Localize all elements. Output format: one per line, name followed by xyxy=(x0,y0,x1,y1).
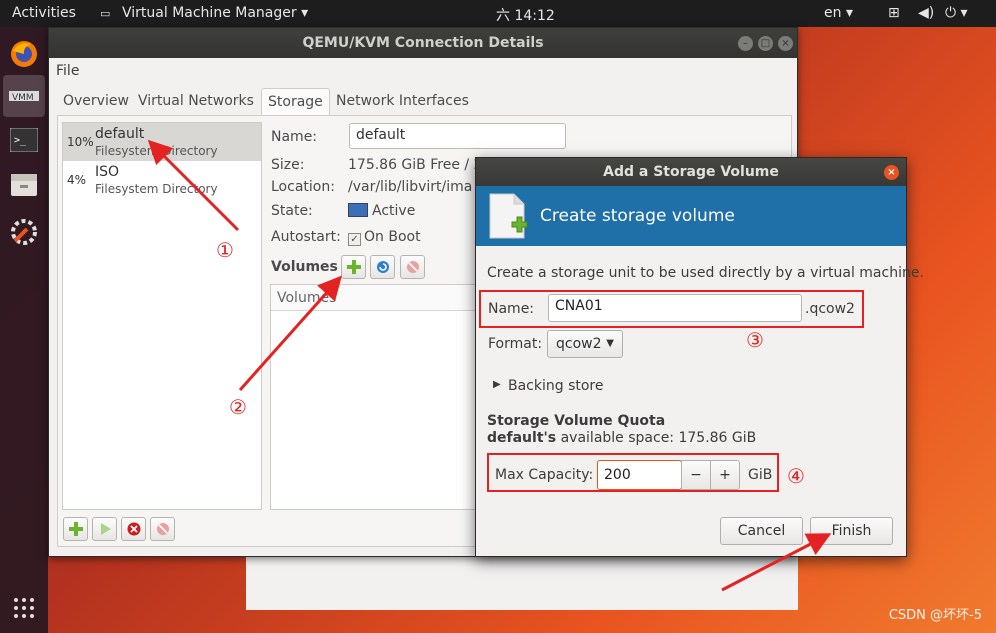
arrow-to-add-volume xyxy=(238,275,342,391)
watermark: CSDN @坏坏-5 xyxy=(888,608,982,623)
arrow-to-default-pool xyxy=(147,139,240,232)
arrow-to-finish xyxy=(721,533,832,592)
annotation-arrows xyxy=(147,139,832,592)
